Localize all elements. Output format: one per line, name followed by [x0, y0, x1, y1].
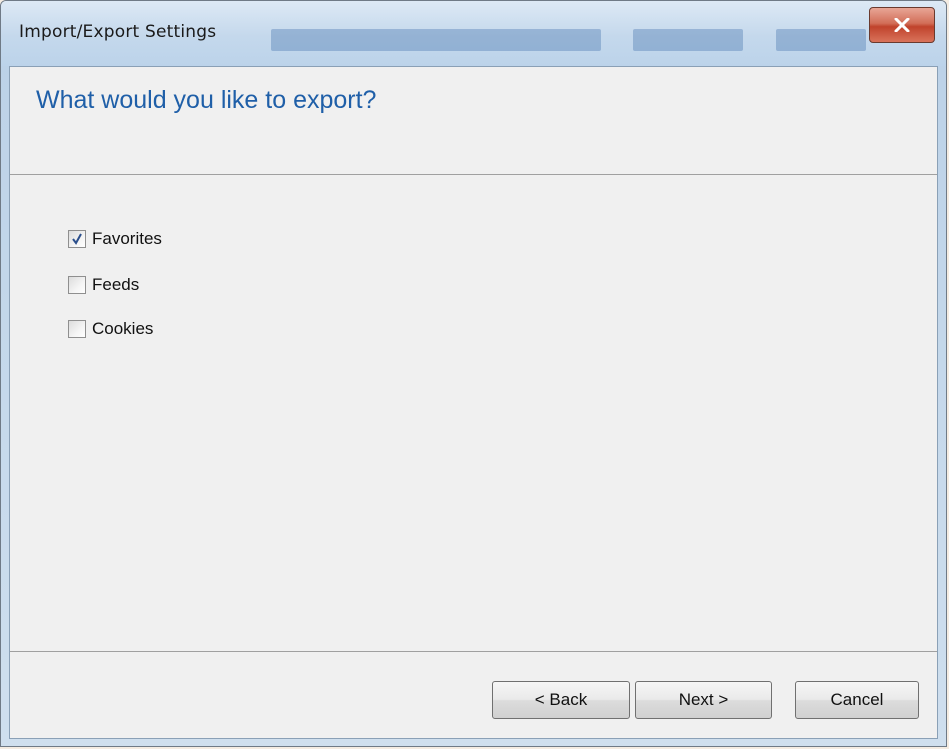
- header-area: What would you like to export?: [10, 67, 937, 175]
- page-heading: What would you like to export?: [36, 86, 377, 114]
- checkmark-icon: [72, 233, 82, 245]
- favorites-checkbox[interactable]: [68, 230, 86, 248]
- close-button[interactable]: [869, 7, 935, 43]
- cookies-checkbox[interactable]: [68, 320, 86, 338]
- footer-divider: [10, 651, 937, 652]
- import-export-window: Import/Export Settings What would you li…: [0, 0, 947, 747]
- dialog-body: What would you like to export? Favorites…: [9, 66, 938, 739]
- feeds-option[interactable]: Feeds: [68, 274, 139, 296]
- favorites-label: Favorites: [92, 229, 162, 248]
- cancel-button[interactable]: Cancel: [795, 681, 919, 719]
- close-icon: [894, 18, 910, 32]
- title-bar[interactable]: Import/Export Settings: [1, 1, 946, 66]
- favorites-option[interactable]: Favorites: [68, 228, 162, 250]
- background-glass-blur: [633, 29, 743, 51]
- feeds-checkbox[interactable]: [68, 276, 86, 294]
- cookies-label: Cookies: [92, 319, 154, 338]
- next-button[interactable]: Next >: [635, 681, 772, 719]
- back-button[interactable]: < Back: [492, 681, 630, 719]
- background-glass-blur: [776, 29, 866, 51]
- background-glass-blur: [271, 29, 601, 51]
- window-title: Import/Export Settings: [19, 22, 217, 42]
- cookies-option[interactable]: Cookies: [68, 318, 153, 340]
- feeds-label: Feeds: [92, 275, 140, 294]
